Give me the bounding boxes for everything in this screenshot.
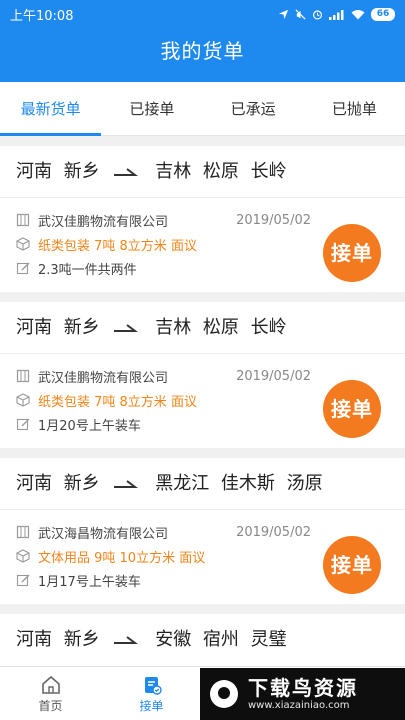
order-card[interactable]: 河南 新乡 安徽 宿州 灵璧	[0, 614, 405, 666]
order-date: 2019/05/02	[236, 524, 311, 540]
wifi-icon	[351, 9, 365, 19]
route-origin: 河南 新乡	[16, 629, 100, 650]
accept-order-button[interactable]: 接单	[323, 536, 381, 594]
order-note: 1月20号上午装车	[38, 418, 141, 434]
edit-icon	[16, 418, 30, 431]
order-route: 河南 新乡 吉林 松原 长岭	[0, 146, 405, 198]
package-icon	[16, 237, 30, 251]
battery-indicator: 66	[371, 7, 395, 21]
route-arrow-icon	[114, 636, 139, 644]
package-icon	[16, 393, 30, 407]
order-card[interactable]: 河南 新乡 吉林 松原 长岭 武汉佳鹏物流有限公司 2019/05/02 纸类包…	[0, 146, 405, 292]
cargo-info: 文体用品 9吨 10立方米 面议	[38, 550, 206, 566]
order-date: 2019/05/02	[236, 368, 311, 384]
company-name: 武汉海昌物流有限公司	[38, 526, 169, 542]
tab-dropped[interactable]: 已抛单	[304, 82, 405, 135]
status-icons: 66	[278, 7, 395, 21]
tab-in-transit[interactable]: 已承运	[203, 82, 304, 135]
order-details: 武汉海昌物流有限公司 2019/05/02 文体用品 9吨 10立方米 面议 1…	[0, 510, 405, 604]
company-row: 武汉佳鹏物流有限公司 2019/05/02	[16, 208, 389, 232]
edit-icon	[16, 574, 30, 587]
status-bar: 上午10:08 66	[0, 0, 405, 28]
building-icon	[16, 525, 30, 539]
watermark-title: 下载鸟资源	[248, 676, 358, 700]
tab-latest-orders[interactable]: 最新货单	[0, 82, 102, 136]
route-origin: 河南 新乡	[16, 473, 100, 494]
alarm-icon	[312, 9, 323, 19]
order-note: 2.3吨一件共两件	[38, 262, 137, 278]
home-icon	[41, 675, 60, 694]
order-details: 武汉佳鹏物流有限公司 2019/05/02 纸类包装 7吨 8立方米 面议 1月…	[0, 354, 405, 448]
order-route: 河南 新乡 吉林 松原 长岭	[0, 302, 405, 354]
route-origin: 河南 新乡	[16, 161, 100, 182]
location-icon	[278, 9, 289, 19]
mute-icon	[295, 8, 306, 20]
company-row: 武汉海昌物流有限公司 2019/05/02	[16, 520, 389, 544]
app-header: 上午10:08 66 我的货单	[0, 0, 405, 82]
order-details: 武汉佳鹏物流有限公司 2019/05/02 纸类包装 7吨 8立方米 面议 2.…	[0, 198, 405, 292]
order-card[interactable]: 河南 新乡 吉林 松原 长岭 武汉佳鹏物流有限公司 2019/05/02 纸类包…	[0, 302, 405, 448]
route-destination: 黑龙江 佳木斯 汤原	[155, 473, 323, 494]
company-name: 武汉佳鹏物流有限公司	[38, 214, 169, 230]
order-icon	[144, 677, 162, 695]
watermark-banner: 下载鸟资源 www.xiazainiao.com	[200, 668, 405, 720]
edit-icon	[16, 262, 30, 275]
tab-accepted[interactable]: 已接单	[101, 82, 202, 135]
status-time: 上午10:08	[10, 8, 74, 24]
bird-logo-icon	[210, 680, 238, 708]
route-destination: 吉林 松原 长岭	[155, 317, 287, 338]
building-icon	[16, 369, 30, 383]
building-icon	[16, 213, 30, 227]
route-destination: 安徽 宿州 灵璧	[155, 629, 287, 650]
tab-bar: 最新货单 已接单 已承运 已抛单	[0, 82, 405, 136]
package-icon	[16, 549, 30, 563]
signal-icon	[329, 9, 344, 20]
order-note: 1月17号上午装车	[38, 574, 141, 590]
watermark-text: 下载鸟资源 www.xiazainiao.com	[248, 676, 358, 712]
order-route: 河南 新乡 安徽 宿州 灵璧	[0, 614, 405, 666]
accept-order-button[interactable]: 接单	[323, 224, 381, 282]
route-destination: 吉林 松原 长岭	[155, 161, 287, 182]
order-card[interactable]: 河南 新乡 黑龙江 佳木斯 汤原 武汉海昌物流有限公司 2019/05/02 文…	[0, 458, 405, 604]
cargo-info: 纸类包装 7吨 8立方米 面议	[38, 238, 197, 254]
nav-orders[interactable]: 接单	[101, 667, 202, 720]
nav-orders-label: 接单	[139, 699, 164, 713]
nav-home[interactable]: 首页	[0, 667, 101, 720]
nav-home-label: 首页	[38, 699, 63, 713]
route-arrow-icon	[114, 480, 139, 488]
company-name: 武汉佳鹏物流有限公司	[38, 370, 169, 386]
cargo-info: 纸类包装 7吨 8立方米 面议	[38, 394, 197, 410]
page-title: 我的货单	[160, 39, 245, 63]
watermark-url: www.xiazainiao.com	[248, 700, 350, 711]
route-origin: 河南 新乡	[16, 317, 100, 338]
company-row: 武汉佳鹏物流有限公司 2019/05/02	[16, 364, 389, 388]
accept-order-button[interactable]: 接单	[323, 380, 381, 438]
order-list: 河南 新乡 吉林 松原 长岭 武汉佳鹏物流有限公司 2019/05/02 纸类包…	[0, 146, 405, 676]
route-arrow-icon	[114, 324, 139, 332]
order-route: 河南 新乡 黑龙江 佳木斯 汤原	[0, 458, 405, 510]
order-date: 2019/05/02	[236, 212, 311, 228]
route-arrow-icon	[114, 168, 139, 176]
